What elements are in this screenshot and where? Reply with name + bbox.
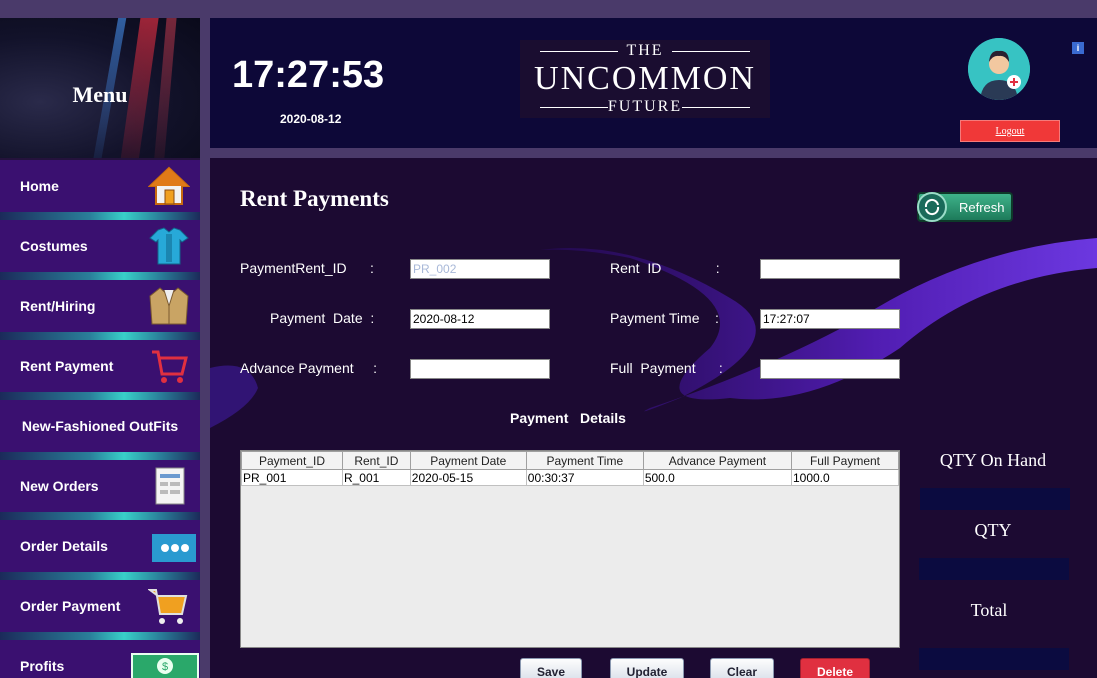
form-icon (155, 467, 185, 505)
logo: THE UNCOMMON FUTURE (520, 40, 770, 118)
sidebar-item-label: Home (20, 178, 59, 194)
rent-id-label: Rent ID : (610, 260, 720, 276)
payment-time-label: Payment Time : (610, 310, 719, 326)
column-header[interactable]: Payment Date (409, 451, 527, 470)
sidebar-item-label: Costumes (20, 238, 88, 254)
qty-field[interactable] (919, 558, 1069, 580)
advance-payment-label: Advance Payment : (240, 360, 377, 376)
table-cell: 1000.0 (790, 469, 900, 486)
sidebar-item-rent-payment[interactable]: Rent Payment (0, 340, 200, 400)
column-header[interactable]: Payment_ID (241, 451, 343, 470)
shopping-cart-icon (148, 589, 188, 624)
column-header[interactable]: Rent_ID (341, 451, 411, 470)
table-cell: R_001 (341, 469, 411, 486)
logo-line1: THE (626, 42, 664, 59)
avatar[interactable] (968, 38, 1030, 100)
table-cell: 2020-05-15 (409, 469, 527, 486)
update-button[interactable]: Update (610, 658, 684, 678)
payment-rent-id-field[interactable]: PR_002 (410, 259, 550, 279)
date-label: 2020-08-12 (280, 112, 342, 126)
payment-date-field[interactable]: 2020-08-12 (410, 309, 550, 329)
payment-time-field[interactable]: 17:27:07 (760, 309, 900, 329)
table-cell: 00:30:37 (525, 469, 644, 486)
qty-label: QTY (974, 520, 1012, 540)
sidebar: Menu Home Costumes Rent/Hiring Rent Paym… (0, 18, 200, 678)
main-content: Rent Payments Refresh PaymentRent_ID : P… (210, 158, 1097, 678)
payment-details-title: Payment Details (510, 410, 626, 426)
column-header[interactable]: Payment Time (525, 451, 644, 470)
refresh-label: Refresh (959, 200, 1005, 215)
payment-rent-id-label: PaymentRent_ID : (240, 260, 374, 276)
sidebar-item-label: Rent/Hiring (20, 298, 96, 314)
header: 17:27:53 2020-08-12 THE UNCOMMON FUTURE … (210, 18, 1097, 148)
sidebar-item-label: New-Fashioned OutFits (21, 418, 179, 434)
svg-text:$: $ (162, 661, 168, 673)
sidebar-item-order-details[interactable]: Order Details (0, 520, 200, 580)
column-header[interactable]: Full Payment (790, 451, 900, 470)
jacket-icon (149, 287, 189, 325)
refresh-button[interactable]: Refresh (917, 192, 1013, 222)
sidebar-item-new-orders[interactable]: New Orders (0, 460, 200, 520)
logo-line3: FUTURE (607, 98, 683, 115)
delete-button[interactable]: Delete (800, 658, 870, 678)
qty-on-hand-field (920, 488, 1070, 510)
full-payment-label: Full Payment : (610, 360, 723, 376)
sidebar-item-label: Profits (20, 658, 65, 674)
table-header-row: Payment_ID Rent_ID Payment Date Payment … (241, 451, 900, 470)
page-title: Rent Payments (240, 186, 389, 211)
table-cell: 500.0 (642, 469, 792, 486)
cart-icon (152, 350, 188, 383)
total-label: Total (970, 600, 1008, 620)
sidebar-item-label: New Orders (20, 478, 99, 494)
money-icon: $ (131, 653, 199, 678)
more-icon (152, 534, 196, 562)
sidebar-item-label: Order Payment (20, 598, 121, 614)
table-row[interactable]: PR_001 R_001 2020-05-15 00:30:37 500.0 1… (241, 469, 900, 486)
refresh-icon (917, 192, 947, 222)
sidebar-item-costumes[interactable]: Costumes (0, 220, 200, 280)
column-header[interactable]: Advance Payment (642, 451, 792, 470)
table-cell: PR_001 (241, 469, 343, 486)
user-add-icon (968, 38, 1030, 100)
full-payment-field[interactable] (760, 359, 900, 379)
rent-id-field[interactable] (760, 259, 900, 279)
logout-label: Logout (995, 126, 1025, 137)
total-field (919, 648, 1069, 670)
shirt-icon (149, 227, 189, 265)
sidebar-item-order-payment[interactable]: Order Payment (0, 580, 200, 640)
sidebar-item-profits[interactable]: Profits $ (0, 640, 200, 678)
sidebar-item-label: Order Details (20, 538, 108, 554)
advance-payment-field[interactable] (410, 359, 550, 379)
home-icon (148, 166, 190, 205)
clock: 17:27:53 (232, 54, 385, 96)
sidebar-item-rent-hiring[interactable]: Rent/Hiring (0, 280, 200, 340)
sidebar-item-home[interactable]: Home (0, 160, 200, 220)
menu-header: Menu (0, 18, 200, 158)
logout-button[interactable]: Logout (960, 120, 1060, 142)
save-button[interactable]: Save (520, 658, 582, 678)
logo-line2: UNCOMMON (534, 60, 756, 97)
info-icon[interactable]: i (1072, 42, 1084, 54)
sidebar-item-label: Rent Payment (20, 358, 114, 374)
menu-title: Menu (72, 82, 128, 107)
clear-button[interactable]: Clear (710, 658, 774, 678)
sidebar-item-new-fashioned-outfits[interactable]: New-Fashioned OutFits (0, 400, 200, 460)
payment-date-label: Payment Date : (270, 310, 375, 326)
qty-on-hand-label: QTY On Hand (939, 450, 1047, 470)
payment-table[interactable]: Payment_ID Rent_ID Payment Date Payment … (240, 450, 900, 648)
